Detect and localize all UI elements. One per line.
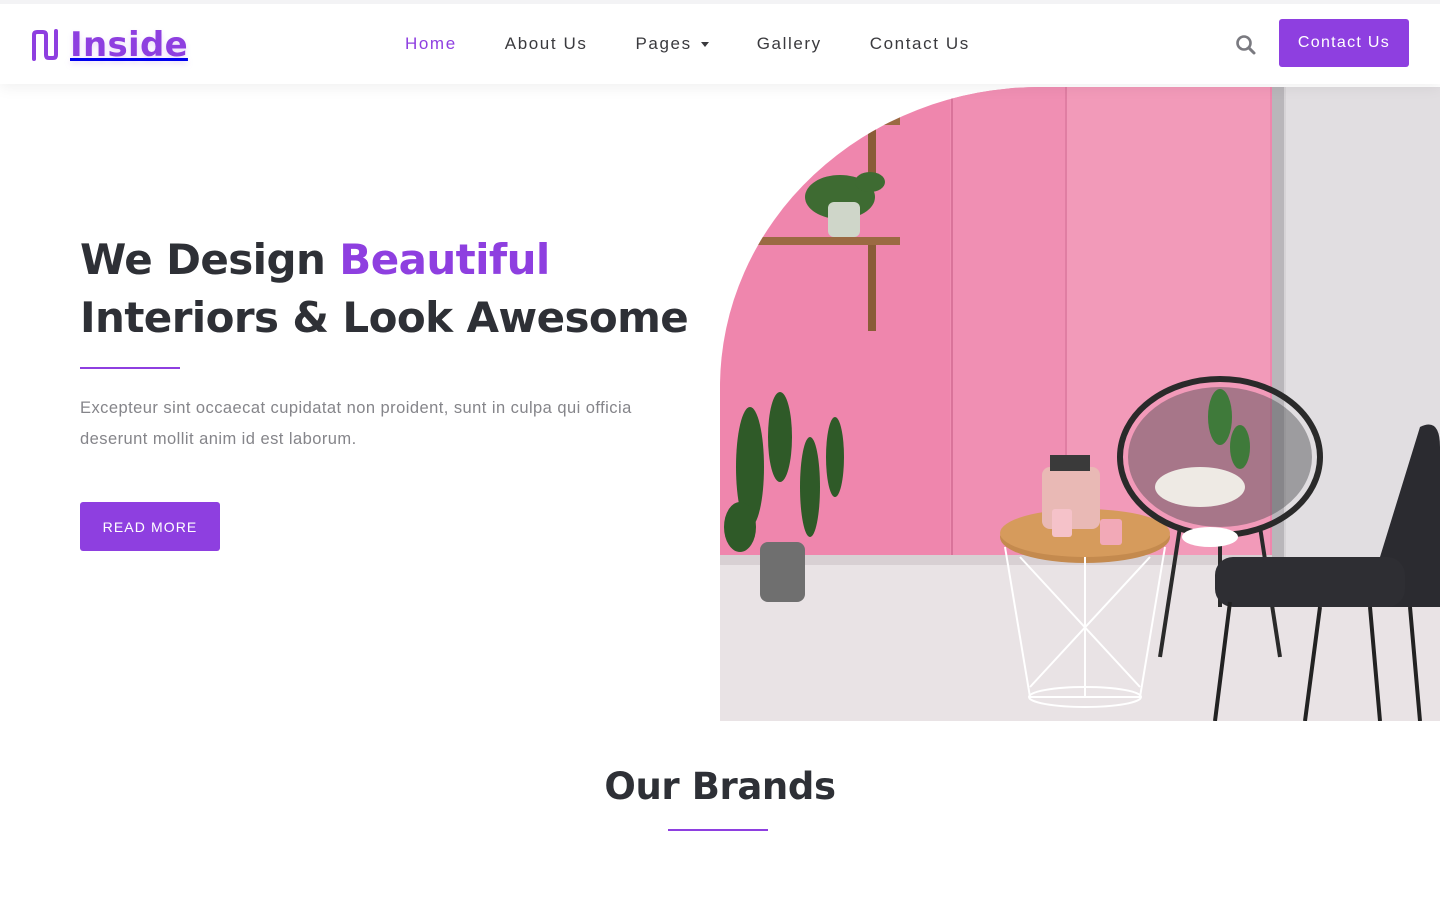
hero-title-accent: Beautiful <box>339 235 550 284</box>
nav-item-gallery[interactable]: Gallery <box>757 34 822 54</box>
hero-divider <box>80 367 180 369</box>
caret-down-icon <box>700 41 709 47</box>
nav-item-contact-us[interactable]: Contact Us <box>870 34 970 54</box>
hero-description: Excepteur sint occaecat cupidatat non pr… <box>80 399 632 448</box>
logo-link[interactable]: Inside <box>30 25 188 65</box>
main-nav: Home About Us Pages Gallery Contact Us <box>405 4 1018 84</box>
logo-text: Inside <box>70 25 188 65</box>
hero-title-part2: Interiors & Look Awesome <box>80 293 689 342</box>
read-more-button[interactable]: READ MORE <box>80 502 220 551</box>
nav-item-about-us[interactable]: About Us <box>505 34 588 54</box>
nav-item-pages[interactable]: Pages <box>635 34 709 54</box>
brands-title: Our Brands <box>604 765 836 808</box>
nav-item-pages-label: Pages <box>635 34 692 53</box>
hero-title-part1: We Design <box>80 235 340 284</box>
header-contact-button[interactable]: Contact Us <box>1279 19 1409 67</box>
interior-illustration <box>720 87 1440 721</box>
brands-divider <box>668 829 768 831</box>
site-header: Inside Home About Us Pages Gallery Conta… <box>0 0 1440 84</box>
nav-item-home[interactable]: Home <box>405 34 457 54</box>
hero-image <box>720 87 1440 721</box>
logo-icon <box>32 29 58 61</box>
search-icon[interactable] <box>1234 33 1258 57</box>
hero-title: We Design Beautiful Interiors & Look Awe… <box>80 231 700 347</box>
